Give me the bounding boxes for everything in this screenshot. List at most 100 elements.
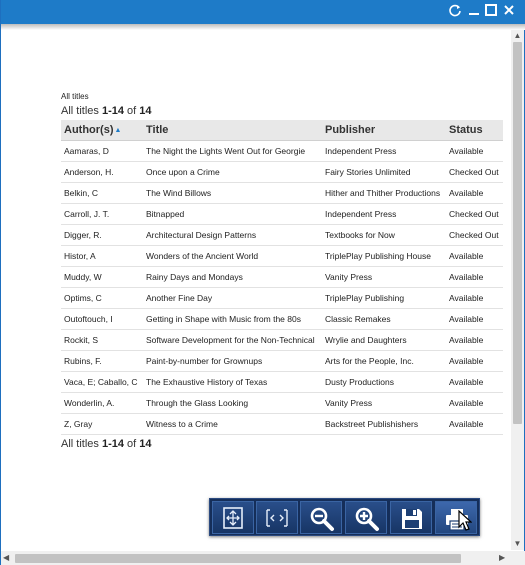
- cell-title: Architectural Design Patterns: [143, 224, 322, 246]
- cell-status: Available: [446, 287, 503, 309]
- cell-title: Software Development for the Non-Technic…: [143, 329, 322, 351]
- cell-publisher: Fairy Stories Unlimited: [322, 161, 446, 183]
- table-row: Carroll, J. T. Bitnapped Independent Press…: [61, 203, 503, 225]
- cell-title: Witness to a Crime: [143, 413, 322, 435]
- horizontal-scroll-thumb[interactable]: [15, 554, 461, 563]
- cell-author: Optims, C: [61, 287, 143, 309]
- cell-publisher: Backstreet Publishishers: [322, 413, 446, 435]
- scrollbar-corner: [511, 551, 525, 565]
- fit-page-icon: [223, 507, 243, 529]
- cell-publisher: Independent Press: [322, 203, 446, 225]
- cell-publisher: Textbooks for Now: [322, 224, 446, 246]
- cell-author: Belkin, C: [61, 182, 143, 204]
- cell-author: Anderson, H.: [61, 161, 143, 183]
- cell-status: Available: [446, 413, 503, 435]
- table-header-row: Author(s)▲ Title Publisher Status: [61, 120, 503, 141]
- title-bar: [1, 0, 525, 24]
- cell-author: Vaca, E; Caballo, C: [61, 371, 143, 393]
- cell-author: Rubins, F.: [61, 350, 143, 372]
- cell-publisher: TriplePlay Publishing: [322, 287, 446, 309]
- zoom-in-icon: [355, 507, 379, 531]
- report-viewer-window: All titles All titles 1-14 of 14 Author(…: [0, 0, 525, 565]
- cell-title: Rainy Days and Mondays: [143, 266, 322, 288]
- table-row: Rockit, S Software Development for the No…: [61, 329, 503, 351]
- cell-status: Available: [446, 245, 503, 267]
- count-of: of: [124, 105, 140, 117]
- cell-status: Available: [446, 371, 503, 393]
- table-row: Vaca, E; Caballo, C The Exhaustive Histor…: [61, 371, 503, 393]
- cell-publisher: Wrylie and Daughters: [322, 329, 446, 351]
- column-header-authors[interactable]: Author(s)▲: [61, 120, 143, 141]
- table-row: Digger, R. Architectural Design Patterns T…: [61, 224, 503, 246]
- cell-status: Available: [446, 266, 503, 288]
- column-header-title[interactable]: Title: [143, 120, 322, 141]
- column-header-publisher[interactable]: Publisher: [322, 120, 446, 141]
- table-row: Histor, A Wonders of the Ancient World Tri…: [61, 245, 503, 267]
- cell-publisher: Vanity Press: [322, 392, 446, 414]
- count-total: 14: [139, 437, 152, 450]
- horizontal-scrollbar[interactable]: ◀ ▶: [1, 551, 511, 565]
- table-row: Belkin, C The Wind Billows Hither and Thit…: [61, 182, 503, 204]
- cell-status: Checked Out: [446, 224, 503, 246]
- maximize-icon[interactable]: [483, 3, 499, 19]
- cell-publisher: Independent Press: [322, 140, 446, 162]
- save-button[interactable]: [390, 501, 432, 534]
- cell-status: Available: [446, 350, 503, 372]
- cell-author: Digger, R.: [61, 224, 143, 246]
- title-bar-shadow: [1, 24, 525, 30]
- fit-page-button[interactable]: [212, 501, 254, 534]
- table-row: Muddy, W Rainy Days and Mondays Vanity Pre…: [61, 266, 503, 288]
- close-icon[interactable]: [501, 3, 517, 19]
- cell-status: Available: [446, 329, 503, 351]
- mouse-pointer-icon: [458, 510, 472, 531]
- cell-title: Through the Glass Looking: [143, 392, 322, 414]
- cell-status: Checked Out: [446, 203, 503, 225]
- minimize-icon[interactable]: [466, 3, 482, 19]
- cell-publisher: TriplePlay Publishing House: [322, 245, 446, 267]
- table-row: Aamaras, D The Night the Lights Went Out …: [61, 140, 503, 162]
- cell-status: Available: [446, 140, 503, 162]
- scroll-up-icon[interactable]: ▲: [511, 30, 524, 42]
- cell-title: Getting in Shape with Music from the 80s: [143, 308, 322, 330]
- cell-publisher: Classic Remakes: [322, 308, 446, 330]
- cell-title: Wonders of the Ancient World: [143, 245, 322, 267]
- cell-author: Z, Gray: [61, 413, 143, 435]
- cell-author: Carroll, J. T.: [61, 203, 143, 225]
- cell-publisher: Dusty Productions: [322, 371, 446, 393]
- zoom-in-button[interactable]: [345, 501, 387, 534]
- count-total: 14: [139, 105, 152, 117]
- sort-ascending-icon: ▲: [114, 126, 122, 134]
- vertical-scroll-thumb[interactable]: [513, 42, 522, 424]
- column-label: Author(s): [64, 123, 114, 136]
- cell-status: Available: [446, 392, 503, 414]
- report-small-title: All titles: [61, 92, 89, 101]
- cell-publisher: Arts for the People, Inc.: [322, 350, 446, 372]
- count-of: of: [124, 437, 140, 450]
- cell-author: Wonderlin, A.: [61, 392, 143, 414]
- cell-author: Outoftouch, I: [61, 308, 143, 330]
- refresh-icon[interactable]: [447, 3, 463, 19]
- scroll-right-icon[interactable]: ▶: [499, 551, 509, 565]
- scroll-down-icon[interactable]: ▼: [511, 538, 524, 550]
- cell-author: Histor, A: [61, 245, 143, 267]
- table-row: Anderson, H. Once upon a Crime Fairy Stori…: [61, 161, 503, 183]
- cell-title: The Night the Lights Went Out for Georgi…: [143, 140, 322, 162]
- zoom-out-icon: [310, 507, 334, 531]
- zoom-out-button[interactable]: [300, 501, 342, 534]
- scroll-left-icon[interactable]: ◀: [3, 551, 13, 565]
- cell-publisher: Hither and Thither Productions: [322, 182, 446, 204]
- cell-title: The Exhaustive History of Texas: [143, 371, 322, 393]
- cell-title: Another Fine Day: [143, 287, 322, 309]
- table-row: Optims, C Another Fine Day TriplePlay Publ…: [61, 287, 503, 309]
- fit-width-icon: [266, 509, 288, 527]
- save-icon: [402, 509, 422, 529]
- column-header-status[interactable]: Status: [446, 120, 503, 141]
- record-count-bottom: All titles 1-14 of 14: [61, 437, 503, 451]
- vertical-scrollbar[interactable]: ▲ ▼: [511, 30, 524, 550]
- count-range: 1-14: [101, 437, 124, 450]
- table-row: Rubins, F. Paint-by-number for Grownups Ar…: [61, 350, 503, 372]
- titles-table: Author(s)▲ Title Publisher Status Aamara…: [61, 120, 503, 435]
- record-count-top: All titles 1-14 of 14: [61, 104, 503, 118]
- cell-author: Muddy, W: [61, 266, 143, 288]
- fit-width-button[interactable]: [256, 501, 298, 534]
